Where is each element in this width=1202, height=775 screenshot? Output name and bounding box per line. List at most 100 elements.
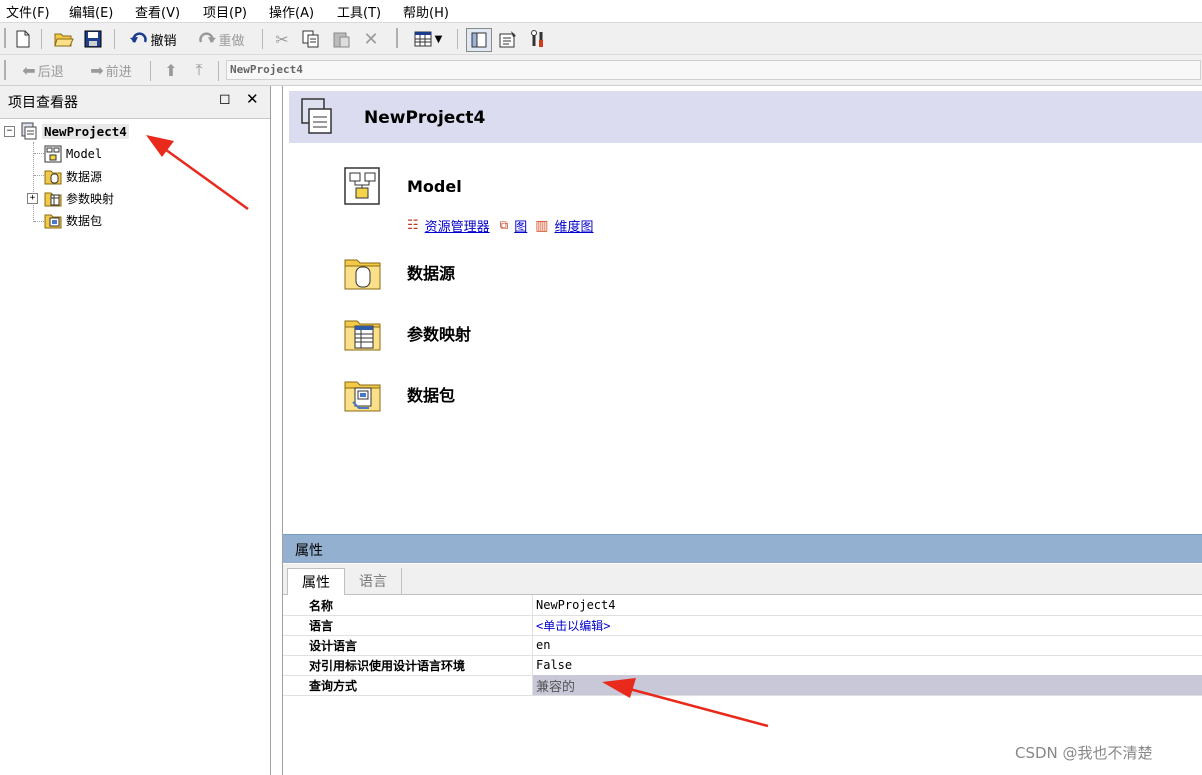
menu-edit[interactable]: 编辑(E) (69, 2, 113, 21)
toggle-explorer-button[interactable] (466, 28, 492, 52)
package-title: 数据包 (407, 386, 456, 405)
tree-item-label: 数据源 (66, 169, 103, 184)
tab-language[interactable]: 语言 (345, 568, 402, 594)
redo-button[interactable]: 重做 (192, 28, 250, 50)
model-section[interactable]: Model (343, 166, 462, 206)
property-name: 设计语言 (283, 635, 533, 655)
property-name: 对引用标识使用设计语言环境 (283, 655, 533, 675)
menu-tools[interactable]: 工具(T) (337, 2, 381, 21)
explorer-link[interactable]: 资源管理器 (425, 216, 490, 235)
toolbar-grip[interactable] (396, 28, 398, 48)
tree-item-parameter-maps[interactable]: 参数映射 (44, 188, 114, 208)
tools-button[interactable] (526, 28, 550, 50)
dimension-icon: ▥ (535, 217, 549, 234)
chevron-down-icon: ▼ (434, 33, 443, 45)
dimension-diagram-link[interactable]: 维度图 (555, 216, 594, 235)
arrow-top-icon: ⤒ (195, 60, 203, 79)
undo-label: 撤销 (150, 33, 177, 49)
model-large-icon (343, 166, 383, 206)
toolbar-grip[interactable] (4, 28, 6, 48)
property-value[interactable]: <单击以编辑> (533, 615, 1202, 635)
tab-properties[interactable]: 属性 (287, 568, 345, 595)
menu-help[interactable]: 帮助(H) (403, 2, 449, 21)
model-links: ☷ 资源管理器 ⧉ 图 ▥ 维度图 (407, 216, 594, 236)
properties-button[interactable] (496, 28, 520, 50)
back-button[interactable]: ⬅ 后退 (14, 59, 72, 81)
up-button[interactable]: ⬆ (160, 59, 182, 81)
project-title: NewProject4 (364, 108, 486, 128)
properties-titlebar: 属性 (283, 534, 1202, 563)
root-label: NewProject4 (42, 123, 129, 139)
forward-button[interactable]: ➡ 前进 (82, 59, 140, 81)
expand-icon[interactable]: + (27, 193, 38, 204)
new-file-button[interactable] (12, 28, 34, 50)
top-button[interactable]: ⤒ (188, 59, 210, 81)
datasource-folder-icon (44, 167, 62, 185)
delete-button[interactable]: ✕ (360, 28, 382, 50)
back-label: 后退 (37, 64, 64, 80)
model-title: Model (407, 176, 462, 196)
parameter-map-folder-icon (44, 189, 62, 207)
parameter-map-large-icon (343, 313, 383, 353)
save-button[interactable] (82, 28, 104, 50)
redo-icon (199, 32, 217, 43)
tree-item-packages[interactable]: 数据包 (44, 210, 102, 230)
paste-icon (333, 32, 350, 48)
tree-line (34, 175, 44, 176)
project-large-icon (299, 97, 335, 141)
arrow-right-icon: ➡ (90, 60, 104, 80)
diagram-link[interactable]: 图 (514, 216, 527, 235)
project-icon (20, 122, 38, 140)
explorer-pane-icon (471, 32, 487, 48)
menu-view[interactable]: 查看(V) (135, 2, 180, 21)
tree-item-datasource[interactable]: 数据源 (44, 166, 102, 186)
property-row-name[interactable]: 名称 NewProject4 (283, 595, 1202, 616)
arrow-left-icon: ⬅ (22, 60, 36, 80)
collapse-root-icon[interactable]: − (4, 126, 15, 137)
tree-line (34, 221, 44, 222)
menu-project[interactable]: 项目(P) (203, 2, 247, 21)
tree-line (34, 153, 44, 154)
property-row-design-language[interactable]: 设计语言 en (283, 635, 1202, 656)
annotation-arrow (602, 678, 769, 728)
property-value[interactable]: en (533, 635, 1202, 655)
toolbar-grip[interactable] (4, 60, 6, 80)
undo-button[interactable]: 撤销 (124, 28, 182, 50)
close-icon[interactable]: ✕ (246, 90, 259, 108)
toolbar-separator (150, 61, 151, 81)
save-icon (84, 30, 102, 48)
navigation-toolbar: ⬅ 后退 ➡ 前进 ⬆ ⤒ NewProject4 (0, 55, 1202, 86)
open-folder-icon (54, 33, 74, 47)
tree-item-label: Model (66, 147, 103, 161)
package-section[interactable]: 数据包 (343, 374, 455, 414)
property-name: 查询方式 (283, 675, 533, 695)
tree-item-model[interactable]: Model (44, 144, 102, 164)
property-row-language[interactable]: 语言 <单击以编辑> (283, 615, 1202, 636)
arrow-up-icon: ⬆ (164, 60, 178, 80)
package-large-icon (343, 374, 383, 414)
cut-button[interactable]: ✂ (271, 28, 293, 50)
copy-icon (302, 30, 319, 48)
copy-button[interactable] (300, 28, 322, 50)
model-icon (44, 145, 62, 163)
properties-title: 属性 (295, 543, 323, 559)
main-toolbar: 撤销 重做 ✂ ✕ ▼ (0, 23, 1202, 55)
explorer-title: 项目查看器 (8, 95, 78, 111)
path-bar[interactable]: NewProject4 (226, 60, 1201, 80)
parameter-map-section[interactable]: 参数映射 (343, 313, 471, 353)
property-name: 名称 (283, 595, 533, 615)
maximize-icon[interactable]: ◻ (219, 91, 231, 107)
datasource-large-icon (343, 252, 383, 292)
property-value[interactable]: NewProject4 (533, 595, 1202, 615)
paste-button[interactable] (330, 28, 352, 50)
datasource-section[interactable]: 数据源 (343, 252, 455, 292)
menu-actions[interactable]: 操作(A) (269, 2, 314, 21)
cut-icon: ✂ (275, 29, 289, 49)
tools-icon (531, 30, 543, 47)
view-dropdown-button[interactable]: ▼ (408, 28, 448, 50)
toolbar-separator (262, 29, 263, 49)
package-folder-icon (44, 211, 62, 229)
menu-file[interactable]: 文件(F) (6, 2, 50, 21)
open-button[interactable] (52, 28, 76, 50)
tree-root[interactable]: NewProject4 (20, 121, 129, 141)
